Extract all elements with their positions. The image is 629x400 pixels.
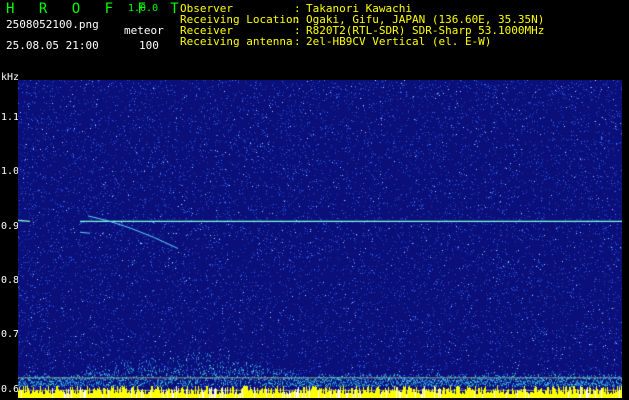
frequency-tick-label: 0.6 (1, 383, 20, 395)
meteor-label: meteor (124, 24, 164, 37)
app-title: H R O F F T (6, 1, 187, 17)
station-info: Observer : Takanori Kawachi Receiving Lo… (180, 3, 544, 47)
frequency-tick-label: 1.1 (1, 112, 20, 124)
app-version: 1.0.0 (128, 3, 159, 14)
spectrogram-canvas[interactable] (18, 80, 622, 398)
frequency-tick-label: 0.7 (1, 329, 20, 341)
file-name: 2508052100.png (6, 18, 99, 31)
info-value: 2el-HB9CV Vertical (el. E-W) (306, 35, 492, 48)
datetime: 25.08.05 21:00 (6, 39, 99, 52)
header-panel: H R O F F T 1.0.0 2508052100.png meteor … (0, 0, 629, 76)
frequency-unit-label: kHz (1, 72, 20, 83)
info-row-antenna: Receiving antenna : 2el-HB9CV Vertical (… (180, 36, 544, 47)
info-label: Receiving antenna (180, 35, 293, 48)
frequency-tick-label: 0.8 (1, 275, 20, 287)
frequency-tick-label: 1.0 (1, 166, 20, 178)
info-separator: : (294, 35, 301, 48)
meteor-count: 100 (139, 39, 159, 52)
frequency-tick-label: 0.9 (1, 220, 20, 232)
